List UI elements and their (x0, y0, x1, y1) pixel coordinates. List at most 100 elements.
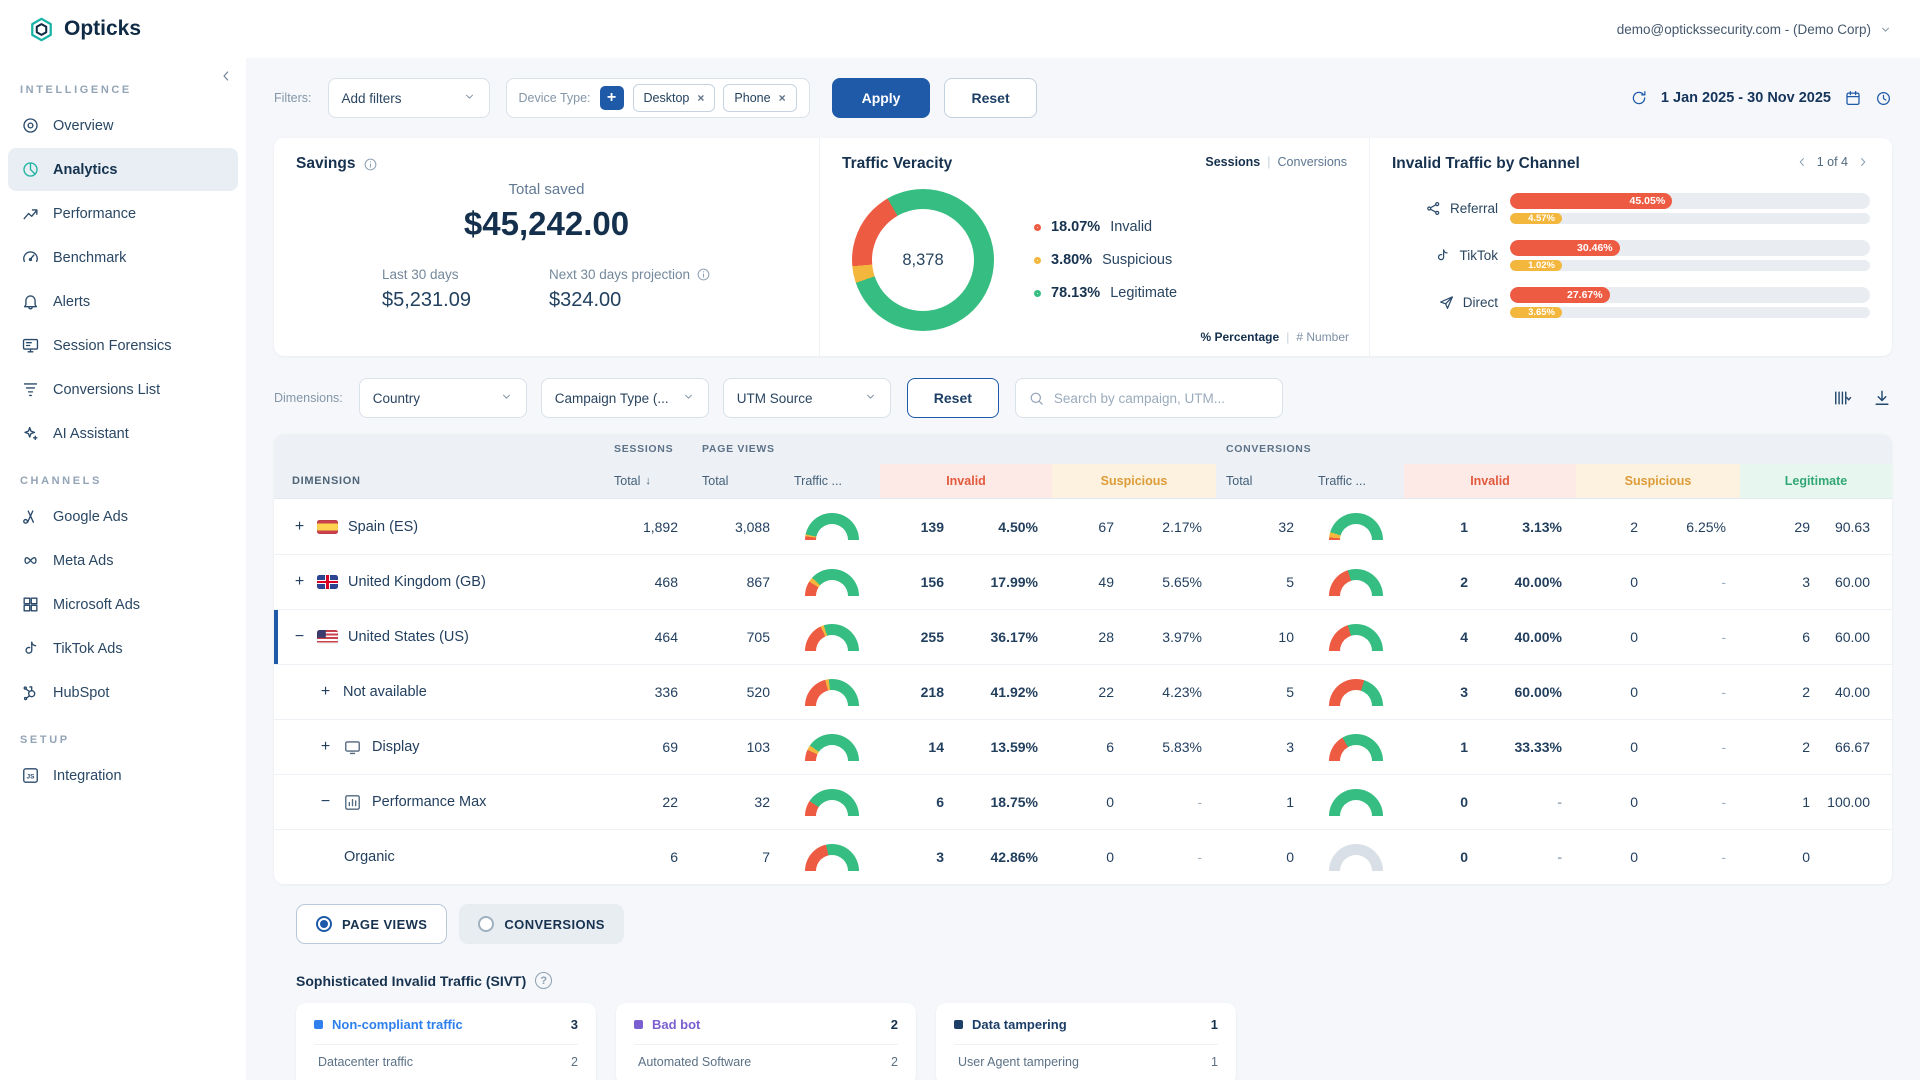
sidebar-item-conversions-list[interactable]: Conversions List (8, 368, 238, 411)
veracity-mode-toggle: Sessions | Conversions (1205, 155, 1347, 169)
remove-chip-icon[interactable]: × (779, 91, 786, 105)
row-expand-toggle[interactable]: + (318, 683, 333, 701)
date-range[interactable]: 1 Jan 2025 - 30 Nov 2025 (1661, 90, 1831, 106)
conv-invalid-pct: - (1482, 849, 1576, 865)
conversions-list-icon (21, 380, 40, 399)
sidebar-item-tiktok-ads[interactable]: TikTok Ads (8, 627, 238, 670)
table-row-not-available[interactable]: +Not available33652021841.92%224.23%5360… (274, 664, 1892, 719)
dimension-select-campaign-type[interactable]: Campaign Type (... (541, 378, 709, 418)
projection-label: Next 30 days projection (549, 267, 690, 282)
view-toggle-conversions[interactable]: CONVERSIONS (459, 904, 623, 944)
sidebar-item-label: Google Ads (53, 509, 128, 525)
account-menu[interactable]: demo@optickssecurity.com - (Demo Corp) (1617, 22, 1892, 37)
sidebar-item-label: HubSpot (53, 685, 109, 701)
pageviews-total: 32 (692, 794, 784, 810)
conv-invalid-count: 1 (1404, 739, 1482, 755)
sivt-item-label: User Agent tampering (958, 1055, 1079, 1069)
sidebar-item-performance[interactable]: Performance (8, 192, 238, 235)
table-row-performance-max[interactable]: −Performance Max2232618.75%0-10-0-1100.0… (274, 774, 1892, 829)
row-expand-toggle[interactable]: − (292, 628, 307, 646)
pv-suspicious-pct: 5.83% (1128, 739, 1216, 755)
table-row-display[interactable]: +Display691031413.59%65.83%3133.33%0-266… (274, 719, 1892, 774)
calendar-icon[interactable] (1844, 89, 1862, 107)
display-mode-percentage[interactable]: % Percentage (1200, 330, 1279, 344)
remove-chip-icon[interactable]: × (697, 91, 704, 105)
col-conv-legitimate: Legitimate (1740, 464, 1892, 498)
sidebar-item-hubspot[interactable]: HubSpot (8, 671, 238, 714)
sidebar-section-title: SETUP (20, 734, 246, 746)
conv-legitimate-count: 1 (1740, 794, 1824, 810)
table-row-united-states-us[interactable]: −United States (US)46470525536.17%283.97… (274, 609, 1892, 664)
conversions-total: 32 (1216, 519, 1308, 535)
sidebar-section-title: INTELLIGENCE (20, 84, 246, 96)
prev-page-icon[interactable] (1795, 155, 1809, 169)
dimension-select-utm-source[interactable]: UTM Source (723, 378, 891, 418)
conversions-total: 1 (1216, 794, 1308, 810)
view-toggle-page-views[interactable]: PAGE VIEWS (296, 904, 447, 944)
conversions-traffic-gauge (1308, 679, 1404, 706)
next-page-icon[interactable] (1856, 155, 1870, 169)
conv-suspicious-count: 0 (1576, 629, 1652, 645)
download-icon[interactable] (1872, 388, 1892, 408)
channels-title: Invalid Traffic by Channel (1392, 155, 1580, 173)
sidebar-item-label: Integration (53, 768, 122, 784)
sidebar-collapse-button[interactable] (218, 68, 234, 89)
col-sessions-total[interactable]: Total↓ (604, 474, 692, 488)
reset-filters-button[interactable]: Reset (944, 78, 1036, 118)
refresh-icon[interactable] (1630, 89, 1648, 107)
legend-dot-icon (1034, 224, 1041, 231)
sivt-item-vpn-proxy: VPN proxy1 (314, 1069, 578, 1080)
columns-config-icon[interactable] (1832, 388, 1852, 408)
info-icon[interactable] (363, 157, 378, 172)
pageviews-total: 3,088 (692, 519, 784, 535)
table-row-organic[interactable]: Organic67342.86%0-00-0-0 (274, 829, 1892, 884)
dimension-cell: Organic (274, 849, 604, 865)
veracity-mode-conversions[interactable]: Conversions (1278, 155, 1347, 169)
sivt-cards: Non-compliant traffic3 Datacenter traffi… (296, 1003, 1892, 1080)
display-mode-number[interactable]: # Number (1296, 330, 1349, 344)
clock-icon[interactable] (1875, 90, 1892, 107)
flag-us-icon (317, 630, 338, 644)
sidebar-item-integration[interactable]: JSIntegration (8, 754, 238, 797)
add-device-button[interactable]: + (600, 86, 624, 110)
sidebar-item-ai-assistant[interactable]: AI Assistant (8, 412, 238, 455)
pv-suspicious-count: 0 (1052, 849, 1128, 865)
help-icon[interactable]: ? (535, 972, 552, 989)
table-row-united-kingdom-gb[interactable]: +United Kingdom (GB)46886715617.99%495.6… (274, 554, 1892, 609)
sidebar-item-meta-ads[interactable]: Meta Ads (8, 539, 238, 582)
sidebar-item-session-forensics[interactable]: Session Forensics (8, 324, 238, 367)
campaign-search-input[interactable] (1054, 391, 1270, 406)
sidebar-item-google-ads[interactable]: Google Ads (8, 495, 238, 538)
add-filters-select[interactable]: Add filters (328, 78, 490, 118)
apply-button[interactable]: Apply (832, 78, 931, 118)
filter-chip-desktop[interactable]: Desktop× (633, 84, 716, 112)
pv-invalid-pct: 36.17% (958, 629, 1052, 645)
row-expand-toggle[interactable]: + (318, 738, 333, 756)
conversions-total: 5 (1216, 574, 1308, 590)
alerts-icon (21, 292, 40, 311)
sidebar-item-alerts[interactable]: Alerts (8, 280, 238, 323)
sidebar-item-overview[interactable]: Overview (8, 104, 238, 147)
info-icon[interactable] (696, 267, 711, 282)
pv-suspicious-pct: - (1128, 794, 1216, 810)
sidebar-item-microsoft-ads[interactable]: Microsoft Ads (8, 583, 238, 626)
sidebar-item-analytics[interactable]: Analytics (8, 148, 238, 191)
col-pv-invalid: Invalid (880, 464, 1052, 498)
row-expand-toggle[interactable]: + (292, 518, 307, 536)
legend-dot-icon (1034, 290, 1041, 297)
sidebar-item-benchmark[interactable]: Benchmark (8, 236, 238, 279)
brand-logo[interactable]: Opticks (28, 16, 141, 43)
row-expand-toggle[interactable]: + (292, 573, 307, 591)
sessions-total: 69 (604, 739, 692, 755)
sessions-total: 468 (604, 574, 692, 590)
table-row-spain-es[interactable]: +Spain (ES)1,8923,0881394.50%672.17%3213… (274, 499, 1892, 554)
reset-dimensions-button[interactable]: Reset (907, 378, 999, 418)
row-expand-toggle[interactable]: − (318, 793, 333, 811)
add-filters-label: Add filters (342, 91, 402, 106)
table-group-header: SESSIONS PAGE VIEWS CONVERSIONS (274, 434, 1892, 464)
veracity-mode-sessions[interactable]: Sessions (1205, 155, 1260, 169)
filter-chip-phone[interactable]: Phone× (723, 84, 796, 112)
separator: | (1267, 155, 1270, 169)
dimension-select-country[interactable]: Country (359, 378, 527, 418)
sort-desc-icon[interactable]: ↓ (645, 475, 651, 487)
